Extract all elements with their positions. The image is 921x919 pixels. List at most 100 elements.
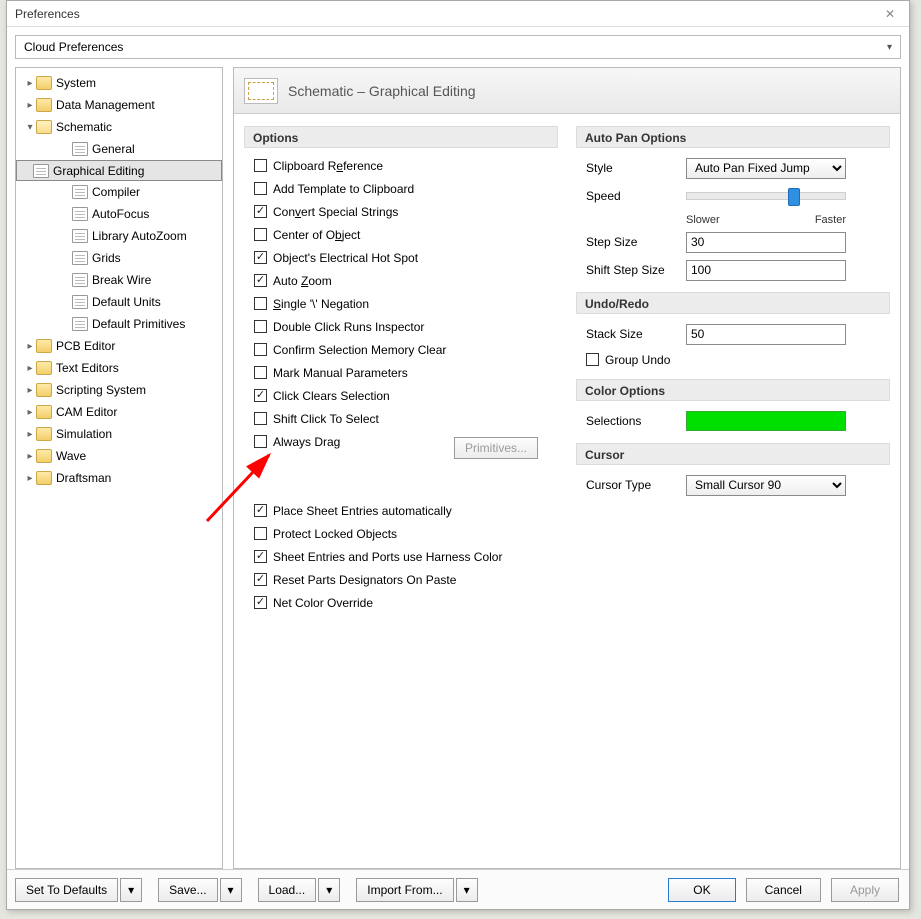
load-button[interactable]: Load... bbox=[258, 878, 317, 902]
section-autopan: Auto Pan Options bbox=[576, 126, 890, 148]
checkbox-box bbox=[254, 320, 267, 333]
checkbox-box bbox=[254, 228, 267, 241]
page-icon bbox=[72, 185, 88, 199]
save-dropdown[interactable]: ▾ bbox=[220, 878, 242, 902]
set-defaults-dropdown[interactable]: ▾ bbox=[120, 878, 142, 902]
tree-item-defunits[interactable]: Default Units bbox=[16, 291, 222, 313]
tree-item-label: Schematic bbox=[56, 120, 118, 134]
load-dropdown[interactable]: ▾ bbox=[318, 878, 340, 902]
checkbox-label: Center of Object bbox=[273, 228, 360, 242]
expand-icon: ▸ bbox=[24, 473, 36, 484]
expand-icon: ▸ bbox=[24, 78, 36, 89]
preferences-dialog: Preferences ✕ Cloud Preferences ▾ ▸ Syste… bbox=[6, 0, 910, 910]
checkbox-clipref[interactable]: Clipboard Reference bbox=[254, 154, 558, 177]
checkbox-label: Single '\' Negation bbox=[273, 297, 369, 311]
tree-item-cam[interactable]: ▸CAM Editor bbox=[16, 401, 222, 423]
checkbox-singleneg[interactable]: Single '\' Negation bbox=[254, 292, 558, 315]
page-icon bbox=[72, 229, 88, 243]
checkbox-label: Always Drag bbox=[273, 435, 340, 449]
tree-item-scripting[interactable]: ▸Scripting System bbox=[16, 379, 222, 401]
tree-item-label: Grids bbox=[92, 251, 127, 265]
tree-item-general[interactable]: General bbox=[16, 138, 222, 160]
tree-item-wave[interactable]: ▸Wave bbox=[16, 445, 222, 467]
checkbox-dblclick[interactable]: Double Click Runs Inspector bbox=[254, 315, 558, 338]
checkbox-addtpl[interactable]: Add Template to Clipboard bbox=[254, 177, 558, 200]
tree-item-libzoom[interactable]: Library AutoZoom bbox=[16, 225, 222, 247]
checkbox-box bbox=[254, 274, 267, 287]
tree-item-defprim[interactable]: Default Primitives bbox=[16, 313, 222, 335]
tree-item-sim[interactable]: ▸Simulation bbox=[16, 423, 222, 445]
checkbox-label: Add Template to Clipboard bbox=[273, 182, 414, 196]
checkbox-placesheet[interactable]: Place Sheet Entries automatically bbox=[254, 499, 558, 522]
tree-item-autofocus[interactable]: AutoFocus bbox=[16, 203, 222, 225]
tree-item-label: Default Units bbox=[92, 295, 167, 309]
apply-button[interactable]: Apply bbox=[831, 878, 899, 902]
checkbox-markman[interactable]: Mark Manual Parameters bbox=[254, 361, 558, 384]
style-label: Style bbox=[586, 161, 686, 175]
page-icon bbox=[72, 207, 88, 221]
primitives-button[interactable]: Primitives... bbox=[454, 437, 538, 459]
checkbox-label: Object's Electrical Hot Spot bbox=[273, 251, 418, 265]
group-undo-checkbox[interactable]: Group Undo bbox=[586, 348, 890, 371]
selections-label: Selections bbox=[586, 414, 686, 428]
page-icon bbox=[72, 273, 88, 287]
stepsize-input[interactable] bbox=[686, 232, 846, 253]
tree-item-datamgmt[interactable]: ▸Data Management bbox=[16, 94, 222, 116]
tree-item-label: General bbox=[92, 142, 141, 156]
save-button[interactable]: Save... bbox=[158, 878, 217, 902]
tree-item-texted[interactable]: ▸Text Editors bbox=[16, 357, 222, 379]
checkbox-label: Confirm Selection Memory Clear bbox=[273, 343, 446, 357]
stacksize-input[interactable] bbox=[686, 324, 846, 345]
tree-item-schematic[interactable]: ▾Schematic bbox=[16, 116, 222, 138]
tree-item-pcb[interactable]: ▸PCB Editor bbox=[16, 335, 222, 357]
checkbox-protlock[interactable]: Protect Locked Objects bbox=[254, 522, 558, 545]
checkbox-resetdes[interactable]: Reset Parts Designators On Paste bbox=[254, 568, 558, 591]
set-defaults-button[interactable]: Set To Defaults bbox=[15, 878, 118, 902]
cursortype-select[interactable]: Small Cursor 90 bbox=[686, 475, 846, 496]
speed-slider[interactable] bbox=[686, 192, 846, 200]
checkbox-autozoom[interactable]: Auto Zoom bbox=[254, 269, 558, 292]
checkbox-shiftclk[interactable]: Shift Click To Select bbox=[254, 407, 558, 430]
dialog-footer: Set To Defaults▾ Save...▾ Load...▾ Impor… bbox=[7, 869, 909, 909]
checkbox-label: Click Clears Selection bbox=[273, 389, 390, 403]
tree-item-label: Compiler bbox=[92, 185, 146, 199]
tree-item-label: Library AutoZoom bbox=[92, 229, 193, 243]
style-select[interactable]: Auto Pan Fixed Jump bbox=[686, 158, 846, 179]
checkbox-clickclr[interactable]: Click Clears Selection bbox=[254, 384, 558, 407]
expand-icon: ▸ bbox=[24, 385, 36, 396]
checkbox-box bbox=[254, 389, 267, 402]
checkbox-hotspot[interactable]: Object's Electrical Hot Spot bbox=[254, 246, 558, 269]
checkbox-confirmsel[interactable]: Confirm Selection Memory Clear bbox=[254, 338, 558, 361]
tree-item-grids[interactable]: Grids bbox=[16, 247, 222, 269]
cancel-button[interactable]: Cancel bbox=[746, 878, 821, 902]
speed-label: Speed bbox=[586, 189, 686, 203]
tree-item-label: PCB Editor bbox=[56, 339, 121, 353]
import-button[interactable]: Import From... bbox=[356, 878, 453, 902]
tree-item-compiler[interactable]: Compiler bbox=[16, 181, 222, 203]
cloud-preferences-dropdown[interactable]: Cloud Preferences ▾ bbox=[15, 35, 901, 59]
checkbox-convspec[interactable]: Convert Special Strings bbox=[254, 200, 558, 223]
import-dropdown[interactable]: ▾ bbox=[456, 878, 478, 902]
shiftstep-input[interactable] bbox=[686, 260, 846, 281]
checkbox-box bbox=[254, 205, 267, 218]
ok-button[interactable]: OK bbox=[668, 878, 735, 902]
tree-item-label: System bbox=[56, 76, 102, 90]
checkbox-box bbox=[254, 343, 267, 356]
checkbox-harnessclr[interactable]: Sheet Entries and Ports use Harness Colo… bbox=[254, 545, 558, 568]
tree-item-draftsman[interactable]: ▸Draftsman bbox=[16, 467, 222, 489]
cursortype-label: Cursor Type bbox=[586, 478, 686, 492]
selections-color-swatch[interactable] bbox=[686, 411, 846, 431]
titlebar: Preferences ✕ bbox=[7, 1, 909, 27]
folder-icon bbox=[36, 449, 52, 463]
folder-icon bbox=[36, 120, 52, 134]
checkbox-label: Mark Manual Parameters bbox=[273, 366, 408, 380]
checkbox-label: Double Click Runs Inspector bbox=[273, 320, 424, 334]
category-tree[interactable]: ▸ System ▸Data Management▾Schematic General… bbox=[15, 67, 223, 869]
checkbox-centerobj[interactable]: Center of Object bbox=[254, 223, 558, 246]
tree-item-system[interactable]: ▸ System bbox=[16, 72, 222, 94]
tree-item-breakwire[interactable]: Break Wire bbox=[16, 269, 222, 291]
checkbox-netcolor[interactable]: Net Color Override bbox=[254, 591, 558, 614]
tree-item-gedit[interactable]: Graphical Editing bbox=[16, 160, 222, 181]
checkbox-label: Auto Zoom bbox=[273, 274, 332, 288]
close-icon[interactable]: ✕ bbox=[879, 1, 901, 26]
